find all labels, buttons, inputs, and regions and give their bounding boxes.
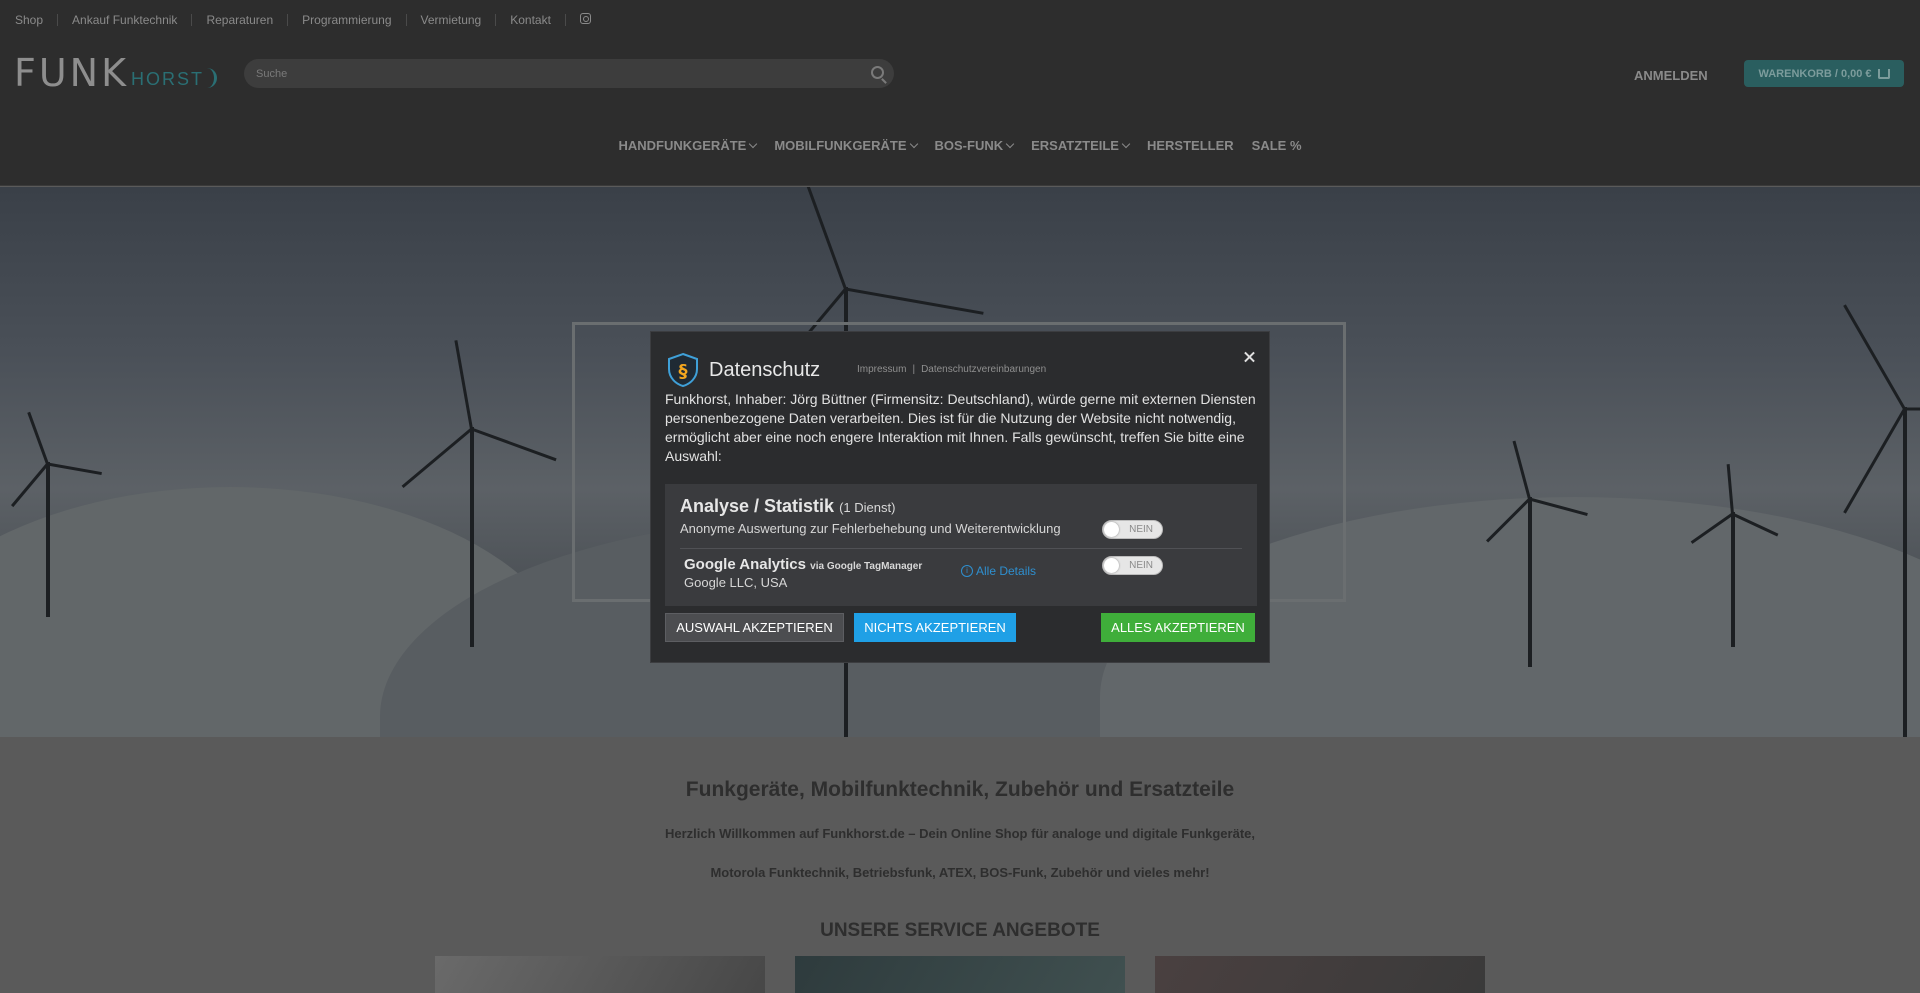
nav-ersatzteile[interactable]: ERSATZTEILE [1031,138,1131,153]
main-nav: HANDFUNKGERÄTE MOBILFUNKGERÄTE BOS-FUNK … [0,138,1920,153]
toplink-vermietung[interactable]: Vermietung [421,13,482,27]
cart-label: WARENKORB / 0,00 € [1758,67,1872,80]
divider [495,14,497,26]
nav-mobilfunkgeraete[interactable]: MOBILFUNKGERÄTE [774,138,918,153]
search-bar [244,59,894,88]
instagram-link[interactable] [579,13,591,27]
cart-button[interactable]: WARENKORB / 0,00 € [1744,60,1904,87]
chevron-down-icon [909,139,918,149]
logo-wave-icon [207,68,218,88]
nav-sale[interactable]: SALE % [1252,138,1302,153]
modal-links: Impressum | Datenschutzvereinbarungen [857,364,1046,375]
divider [680,548,1242,549]
service-via: via Google TagManager [810,561,923,572]
divider [564,14,566,26]
accept-all-button[interactable]: ALLES AKZEPTIEREN [1101,613,1255,642]
info-icon: i [961,565,973,577]
cart-icon [1877,68,1890,79]
service-name: Google Analytics via Google TagManager [684,556,922,573]
details-link[interactable]: i Alle Details [961,564,1036,578]
service-card[interactable] [435,956,765,993]
consent-panel: Analyse / Statistik (1 Dienst) Anonyme A… [665,484,1257,606]
wind-turbine [1690,464,1779,647]
divider [57,14,59,26]
category-title: Analyse / Statistik (1 Dienst) [680,496,895,517]
top-bar: Shop Ankauf Funktechnik Reparaturen Prog… [0,0,1920,40]
service-title: Google Analytics [684,556,806,573]
nav-label: ERSATZTEILE [1031,138,1119,153]
privacy-modal: § Datenschutz Impressum | Datenschutzver… [650,331,1270,663]
details-label: Alle Details [976,564,1037,578]
service-heading: UNSERE SERVICE ANGEBOTE [820,920,1100,941]
accept-none-button[interactable]: NICHTS AKZEPTIEREN [854,613,1016,642]
logo-text-funk: FUNK [14,51,130,95]
modal-title: Datenschutz [709,358,821,381]
impressum-link[interactable]: Impressum [857,364,906,375]
nav-label: HANDFUNKGERÄTE [618,138,747,153]
divider [405,14,407,26]
toggle-knob [1104,558,1119,573]
welcome-text-2: Motorola Funktechnik, Betriebsfunk, ATEX… [710,865,1210,880]
login-link[interactable]: ANMELDEN [1634,68,1708,83]
service-card[interactable] [795,956,1125,993]
chevron-down-icon [749,139,758,149]
welcome-text: Herzlich Willkommen auf Funkhorst.de – D… [664,826,1255,841]
nav-hersteller[interactable]: HERSTELLER [1147,138,1234,153]
search-icon[interactable] [871,66,884,79]
modal-intro: Funkhorst, Inhaber: Jörg Büttner (Firmen… [665,391,1256,464]
nav-bos-funk[interactable]: BOS-FUNK [934,138,1015,153]
nav-label: SALE % [1251,138,1302,153]
nav-handfunkgeraete[interactable]: HANDFUNKGERÄTE [618,138,758,153]
datenschutz-link[interactable]: Datenschutzvereinbarungen [921,364,1046,375]
category-toggle[interactable]: NEIN [1102,520,1163,539]
service-toggle[interactable]: NEIN [1102,556,1163,575]
wind-turbine [1486,440,1588,667]
link-separator: | [912,364,916,375]
nav-label: BOS-FUNK [934,138,1004,153]
toggle-label: NEIN [1129,560,1153,571]
chevron-down-icon [1121,139,1131,149]
category-count: (1 Dienst) [839,500,896,515]
search-input[interactable] [244,59,844,88]
chevron-down-icon [1005,139,1015,149]
toggle-knob [1104,522,1119,537]
top-links: Shop Ankauf Funktechnik Reparaturen Prog… [0,0,1920,40]
site-header: FUNK HORST ANMELDEN WARENKORB / 0,00 € H… [0,40,1920,186]
service-card[interactable] [1155,956,1485,993]
wind-turbine [10,411,102,617]
accept-selection-button[interactable]: AUSWAHL AKZEPTIEREN [665,613,844,642]
instagram-icon [579,13,591,24]
close-icon[interactable] [1241,348,1259,366]
toplink-shop[interactable]: Shop [15,13,43,27]
shield-paragraph-icon: § [668,352,698,388]
wind-turbine [401,340,557,647]
toggle-label: NEIN [1129,524,1153,535]
page-title: Funkgeräte, Mobilfunktechnik, Zubehör un… [685,778,1235,801]
category-description: Anonyme Auswertung zur Fehlerbehebung un… [680,521,1061,536]
toplink-programmierung[interactable]: Programmierung [302,13,391,27]
divider [191,14,193,26]
toplink-ankauf[interactable]: Ankauf Funktechnik [72,13,177,27]
category-name: Analyse / Statistik [680,496,835,516]
logo-text-horst: HORST [131,69,205,89]
toplink-reparaturen[interactable]: Reparaturen [206,13,273,27]
service-company: Google LLC, USA [684,575,788,590]
modal-header: § Datenschutz [665,352,820,388]
svg-text:§: § [679,361,688,382]
nav-label: HERSTELLER [1146,138,1234,153]
toplink-kontakt[interactable]: Kontakt [510,13,551,27]
wind-turbine [1843,304,1920,737]
site-logo[interactable]: FUNK HORST [14,51,218,95]
nav-label: MOBILFUNKGERÄTE [774,138,907,153]
divider [287,14,289,26]
